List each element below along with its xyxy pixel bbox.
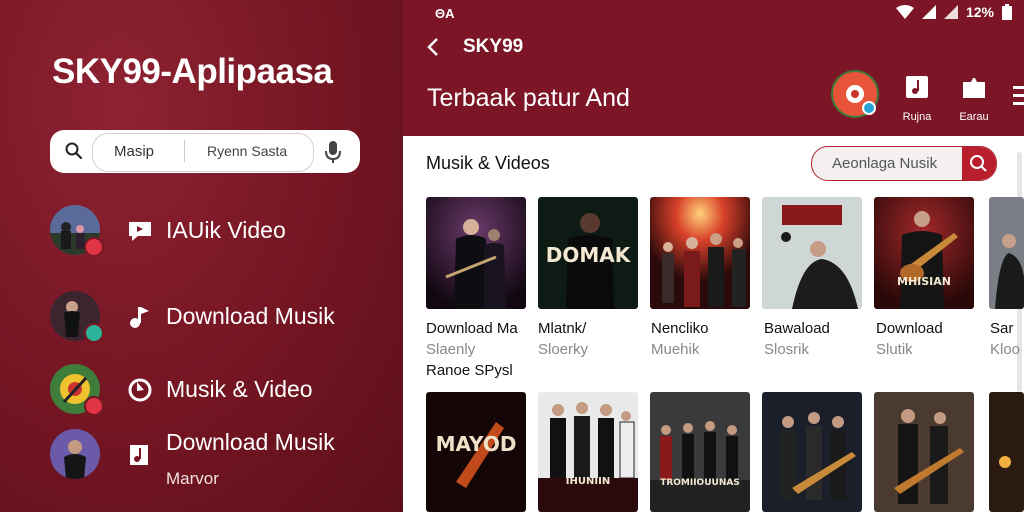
menu-icon[interactable] [1013, 84, 1024, 106]
card-title: Download Ma [426, 320, 518, 337]
card-subtitle: Kloo [990, 341, 1021, 358]
card-subtitle: Muehik [651, 341, 700, 358]
music-file-icon [130, 445, 148, 465]
app-logo[interactable] [831, 70, 879, 118]
toolbar-label: Earau [959, 111, 989, 123]
menu-item-download-musik-marvor[interactable]: Download Musik Marvor [50, 429, 390, 488]
card-overlay-title: MHISIAN [897, 275, 951, 288]
section-title: Musik & Videos [426, 153, 550, 173]
card-subtitle: Slaenly [426, 341, 476, 358]
toolbar-button-earau[interactable]: Earau [949, 74, 999, 123]
card-subtitle: Slosrik [764, 341, 810, 358]
media-card[interactable] [874, 392, 974, 512]
menu-item-label: Musik & Video [166, 376, 313, 402]
video-message-icon [129, 222, 151, 241]
media-card[interactable]: MHISIAN [874, 197, 974, 309]
media-card[interactable] [426, 197, 526, 309]
avatar-badge [84, 237, 104, 257]
main-screen: ΘA 12% SKY99 Terbaak patur And Rujna Ear… [403, 0, 1024, 512]
battery-icon [1002, 4, 1012, 20]
menu-item-label: Download Musik [166, 303, 335, 329]
media-card[interactable] [762, 197, 862, 309]
side-panel: SKY99-Aplipaasa Masip Ryenn Sasta IAUik … [0, 0, 403, 512]
music-note-icon [130, 307, 149, 328]
app-header: ΘA 12% SKY99 Terbaak patur And Rujna Ear… [403, 0, 1024, 136]
card-title: Nencliko [651, 320, 709, 337]
content-search-button[interactable] [962, 147, 996, 180]
card-title: Bawaload [764, 320, 830, 337]
content-search[interactable]: Aeonlaga Nusik [811, 146, 997, 181]
media-card[interactable] [762, 392, 862, 512]
card-overlay-title: IHUNIIN [565, 476, 611, 487]
media-card[interactable]: TROMIIOUUNAS [650, 392, 750, 512]
media-card[interactable]: IHUNIIN [538, 392, 638, 512]
music-box-icon [906, 76, 928, 98]
card-extra-label: Ranoe SPysl [426, 362, 513, 379]
play-circle-icon [128, 378, 152, 402]
media-card[interactable] [650, 197, 750, 309]
media-card[interactable]: DOMAK [538, 197, 638, 309]
status-time: ΘA [435, 6, 455, 21]
folder-icon [963, 78, 985, 98]
card-title: Sar [990, 320, 1014, 337]
menu-item-label: Download Musik [166, 429, 335, 455]
search-filter[interactable]: Ryenn Sasta [207, 143, 287, 159]
wifi-icon [895, 5, 914, 19]
card-title: Download [876, 320, 943, 337]
microphone-icon[interactable] [324, 140, 342, 164]
avatar-badge [84, 323, 104, 343]
screen-subtitle: Terbaak patur And [427, 84, 630, 112]
signal-icon [921, 5, 936, 19]
menu-item-video[interactable]: IAUik Video [50, 205, 390, 259]
search-icon [970, 155, 987, 172]
content-area: Musik & Videos Aeonlaga Nusik DOMAK MHIS… [403, 136, 1024, 512]
card-subtitle: Slutik [876, 341, 913, 358]
card-title: Mlatnk/ [538, 320, 587, 337]
card-overlay-title: MAYOD [435, 432, 517, 456]
content-search-input[interactable]: Aeonlaga Nusik [832, 155, 937, 172]
signal-icon [943, 5, 958, 19]
menu-item-label: IAUik Video [166, 217, 286, 243]
card-overlay-title: DOMAK [545, 243, 631, 267]
card-overlay-title: TROMIIOUUNAS [660, 478, 740, 488]
menu-item-download-musik[interactable]: Download Musik [50, 291, 390, 345]
app-title: SKY99-Aplipaasa [52, 52, 333, 91]
search-bar[interactable]: Masip Ryenn Sasta [50, 130, 360, 173]
avatar [50, 429, 100, 479]
status-bar: 12% [895, 4, 1012, 20]
search-input[interactable]: Masip [114, 143, 154, 160]
search-divider [184, 140, 185, 162]
avatar-badge [84, 396, 104, 416]
menu-item-musik-video[interactable]: Musik & Video [50, 364, 390, 418]
media-card[interactable] [989, 197, 1024, 309]
card-subtitle: Sloerky [538, 341, 589, 358]
battery-level: 12% [965, 4, 994, 20]
toolbar-button-rujna[interactable]: Rujna [892, 74, 942, 123]
media-card[interactable] [989, 392, 1024, 512]
media-card[interactable]: MAYOD [426, 392, 526, 512]
screen-title: SKY99 [463, 36, 524, 57]
search-icon[interactable] [64, 141, 84, 161]
back-arrow-icon[interactable] [425, 37, 441, 57]
toolbar-label: Rujna [902, 111, 932, 123]
menu-item-sublabel: Marvor [166, 469, 219, 488]
